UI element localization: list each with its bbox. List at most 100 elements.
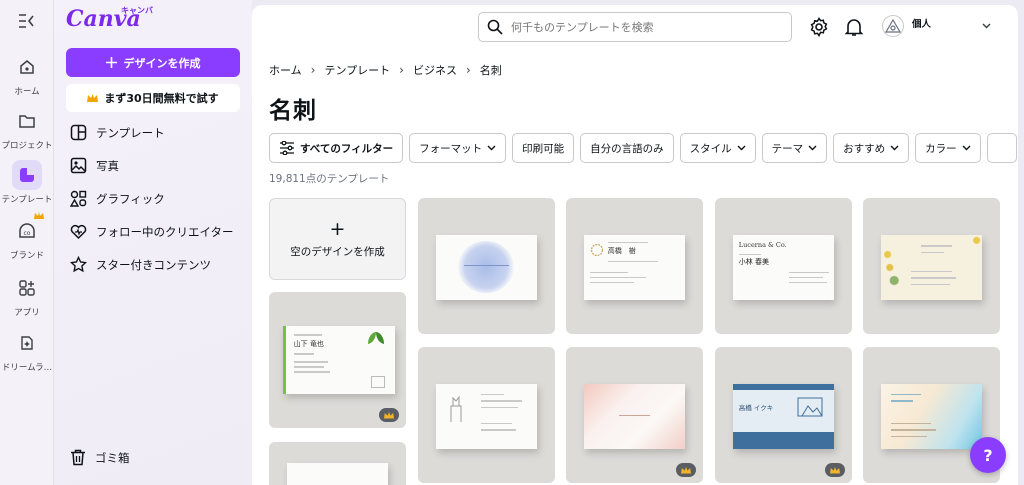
- template-card-gold-emblem[interactable]: 高橋 樹: [566, 198, 703, 334]
- rail-label: プロジェクト: [1, 141, 53, 151]
- heart-icon: [70, 224, 87, 240]
- nav-item-graphics[interactable]: グラフィック: [70, 190, 240, 207]
- template-card-blue-illustration[interactable]: 高橋 イクキ: [715, 347, 852, 483]
- rail-item-home[interactable]: ホーム: [0, 52, 54, 97]
- blank-tile-label: 空のデザインを作成: [290, 245, 385, 258]
- filter-label: おすすめ: [843, 142, 886, 155]
- filter-label: フォーマット: [419, 142, 483, 155]
- breadcrumb-templates[interactable]: テンプレート: [324, 62, 390, 78]
- rail-label: ブランド: [9, 251, 44, 261]
- rail-item-dream-lab[interactable]: ドリームラ…: [0, 328, 54, 373]
- breadcrumb: ホーム › テンプレート › ビジネス › 名刺: [269, 62, 502, 78]
- premium-badge: [379, 408, 399, 422]
- filter-my-language[interactable]: 自分の言語のみ: [580, 133, 674, 163]
- filter-printable[interactable]: 印刷可能: [512, 133, 575, 163]
- card-preview: [880, 234, 983, 300]
- graphics-icon: [70, 190, 87, 207]
- help-button[interactable]: ?: [970, 437, 1006, 473]
- home-icon: [20, 60, 34, 74]
- nav-item-starred[interactable]: スター付きコンテンツ: [70, 256, 240, 273]
- collapse-sidebar-icon[interactable]: [17, 13, 37, 29]
- template-card-pink-watercolor[interactable]: [566, 347, 703, 483]
- search-input[interactable]: [511, 20, 771, 34]
- user-avatar-icon: [885, 19, 901, 33]
- breadcrumb-current: 名刺: [479, 64, 502, 77]
- crown-icon: [681, 466, 691, 473]
- main-content: 個人 ホーム › テンプレート › ビジネス › 名刺 名刺 すべてのフィルター…: [252, 5, 1018, 485]
- card-name-text: 山下 竜也: [293, 340, 324, 348]
- dream-lab-icon: [21, 336, 33, 350]
- account-menu[interactable]: 個人: [882, 15, 931, 37]
- rail-item-apps[interactable]: アプリ: [0, 273, 54, 318]
- template-card-line-drawing[interactable]: [418, 347, 555, 483]
- card-preview: [435, 234, 538, 300]
- nav-item-photos[interactable]: 写真: [70, 157, 240, 174]
- filter-style[interactable]: スタイル: [679, 133, 756, 163]
- search-bar[interactable]: [478, 12, 792, 42]
- premium-badge: [825, 463, 845, 477]
- plus-icon: [105, 57, 117, 68]
- filter-format[interactable]: フォーマット: [409, 133, 507, 163]
- apps-icon: [19, 280, 35, 296]
- nav-item-templates[interactable]: テンプレート: [70, 124, 240, 141]
- card-preview: [435, 383, 538, 449]
- template-card-mimosa[interactable]: [863, 198, 1000, 334]
- rail-item-templates[interactable]: テンプレート: [0, 160, 54, 205]
- template-card-blue-watercolor[interactable]: [418, 198, 555, 334]
- template-card-partial[interactable]: [269, 442, 406, 485]
- photo-icon: [70, 157, 87, 174]
- rail-label: ホーム: [14, 87, 40, 97]
- filter-color[interactable]: カラー: [915, 133, 981, 163]
- template-icon: [70, 124, 87, 141]
- canva-logo-sub: キャンバ: [121, 6, 153, 15]
- filter-theme[interactable]: テーマ: [761, 133, 828, 163]
- nav-label: スター付きコンテンツ: [96, 257, 211, 272]
- trash-label: ゴミ箱: [95, 450, 130, 465]
- breadcrumb-home[interactable]: ホーム: [269, 62, 302, 78]
- plus-icon: +: [329, 217, 346, 240]
- template-card-lucerna[interactable]: Lucerna & Co. 小林 春美: [715, 198, 852, 334]
- page-title: 名刺: [269, 98, 317, 124]
- trash-button[interactable]: ゴミ箱: [70, 449, 240, 466]
- chevron-down-icon[interactable]: [982, 23, 991, 29]
- rail-item-brand[interactable]: co ブランド: [0, 212, 54, 261]
- free-trial-label: まず30日間無料で試す: [104, 92, 219, 105]
- create-design-button[interactable]: デザインを作成: [66, 48, 240, 77]
- filter-label: すべてのフィルター: [300, 142, 394, 155]
- crown-icon: [87, 93, 99, 102]
- rail-item-projects[interactable]: プロジェクト: [0, 106, 54, 151]
- chevron-down-icon: [737, 145, 746, 151]
- nav-label: 写真: [96, 158, 119, 173]
- star-icon: [70, 256, 87, 273]
- leaf-icon: [368, 332, 385, 344]
- filter-label: スタイル: [689, 142, 732, 155]
- free-trial-button[interactable]: まず30日間無料で試す: [66, 84, 240, 112]
- filter-more[interactable]: [986, 133, 1017, 163]
- template-card-green-leaf[interactable]: 山下 竜也: [269, 292, 406, 428]
- create-blank-design-tile[interactable]: + 空のデザインを作成: [269, 198, 406, 280]
- filter-bar: すべてのフィルター フォーマット 印刷可能 自分の言語のみ スタイル テーマ お…: [269, 133, 1017, 163]
- filter-recommended[interactable]: おすすめ: [833, 133, 910, 163]
- filter-all-button[interactable]: すべてのフィルター: [269, 133, 404, 163]
- card-preview: 高橋 イクキ: [732, 383, 835, 449]
- gold-emblem-icon: [590, 243, 603, 256]
- card-preview: Lucerna & Co. 小林 春美: [732, 234, 835, 300]
- template-icon: [20, 168, 34, 182]
- folder-icon: [19, 115, 35, 128]
- filter-sliders-icon: [280, 141, 294, 155]
- nav-label: フォロー中のクリエイター: [96, 224, 234, 239]
- crown-icon: [34, 212, 44, 219]
- svg-text:co: co: [24, 230, 31, 237]
- filter-label: カラー: [925, 142, 957, 155]
- trash-icon: [71, 449, 85, 466]
- rail-label: テンプレート: [1, 195, 53, 205]
- rail-label: ドリームラ…: [1, 363, 53, 373]
- settings-gear-icon[interactable]: [809, 17, 829, 37]
- card-name-text: 高橋 イクキ: [738, 403, 774, 412]
- notification-bell-icon[interactable]: [844, 17, 864, 37]
- card-company-text: Lucerna & Co.: [738, 240, 787, 249]
- crown-icon: [830, 466, 840, 473]
- nav-item-following[interactable]: フォロー中のクリエイター: [70, 223, 240, 240]
- premium-badge: [676, 463, 696, 477]
- breadcrumb-business[interactable]: ビジネス: [413, 62, 457, 78]
